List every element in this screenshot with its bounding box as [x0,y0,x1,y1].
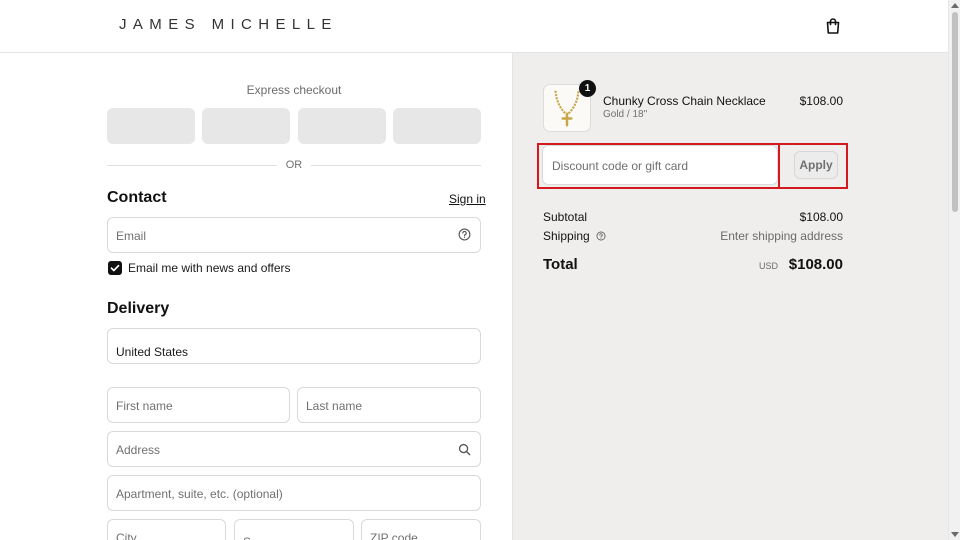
divider-left [107,165,277,166]
email-placeholder: Email [116,229,147,243]
express-pay-button-1[interactable] [107,108,195,144]
city-placeholder: City [116,531,137,540]
total-value: $108.00 [788,256,843,273]
highlight-apply-button [778,143,848,189]
sign-in-link[interactable]: Sign in [449,192,486,206]
apartment-placeholder: Apartment, suite, etc. (optional) [116,487,283,501]
country-select[interactable]: United States [107,328,481,364]
help-circle-icon[interactable] [458,228,471,241]
first-name-placeholder: First name [116,399,173,413]
highlight-discount-input [537,143,780,189]
express-pay-button-4[interactable] [393,108,481,144]
page-scrollbar[interactable] [948,0,960,540]
total-currency: USD [759,261,779,271]
last-name-placeholder: Last name [306,399,363,413]
delivery-title: Delivery [107,300,170,317]
newsletter-label: Email me with news and offers [128,261,291,275]
shipping-label-row: Shipping [543,229,606,243]
city-field[interactable]: City [107,519,226,540]
product-variant: Gold / 18" [603,109,648,120]
apartment-field[interactable]: Apartment, suite, etc. (optional) [107,475,481,511]
express-checkout-title: Express checkout [246,83,342,97]
or-divider-text: OR [285,159,303,171]
search-icon[interactable] [458,443,471,456]
contact-title: Contact [107,189,167,206]
total-label: Total [543,256,578,273]
checkout-form: Express checkout OR Contact Sign in Emai… [0,53,512,540]
shopping-bag-icon[interactable] [824,17,842,35]
product-name: Chunky Cross Chain Necklace [603,94,766,108]
scrollbar-thumb[interactable] [952,12,958,212]
state-select[interactable]: S [234,519,354,540]
subtotal-value: $108.00 [799,210,843,224]
scroll-up-arrow-icon[interactable] [951,3,959,8]
order-summary: 1 Chunky Cross Chain Necklace Gold / 18"… [512,53,948,540]
product-price: $108.00 [799,94,843,108]
state-placeholder: S [243,535,251,540]
zip-field[interactable]: ZIP code [361,519,481,540]
subtotal-label: Subtotal [543,210,588,224]
address-placeholder: Address [116,443,161,457]
checkmark-icon [110,264,120,272]
scroll-down-arrow-icon[interactable] [951,532,959,537]
shipping-label: Shipping [543,229,590,243]
zip-placeholder: ZIP code [370,531,418,540]
site-header: JAMES MICHELLE [0,0,948,53]
express-pay-button-3[interactable] [298,108,386,144]
brand-logo[interactable]: JAMES MICHELLE [119,16,338,33]
newsletter-checkbox[interactable] [108,261,122,275]
help-circle-icon[interactable] [596,231,606,241]
quantity-badge: 1 [579,80,596,97]
email-field[interactable]: Email [107,217,481,253]
address-field[interactable]: Address [107,431,481,467]
first-name-field[interactable]: First name [107,387,290,423]
divider-right [311,165,481,166]
country-value: United States [116,345,189,359]
shipping-value: Enter shipping address [720,229,843,243]
last-name-field[interactable]: Last name [297,387,481,423]
express-pay-button-2[interactable] [202,108,290,144]
